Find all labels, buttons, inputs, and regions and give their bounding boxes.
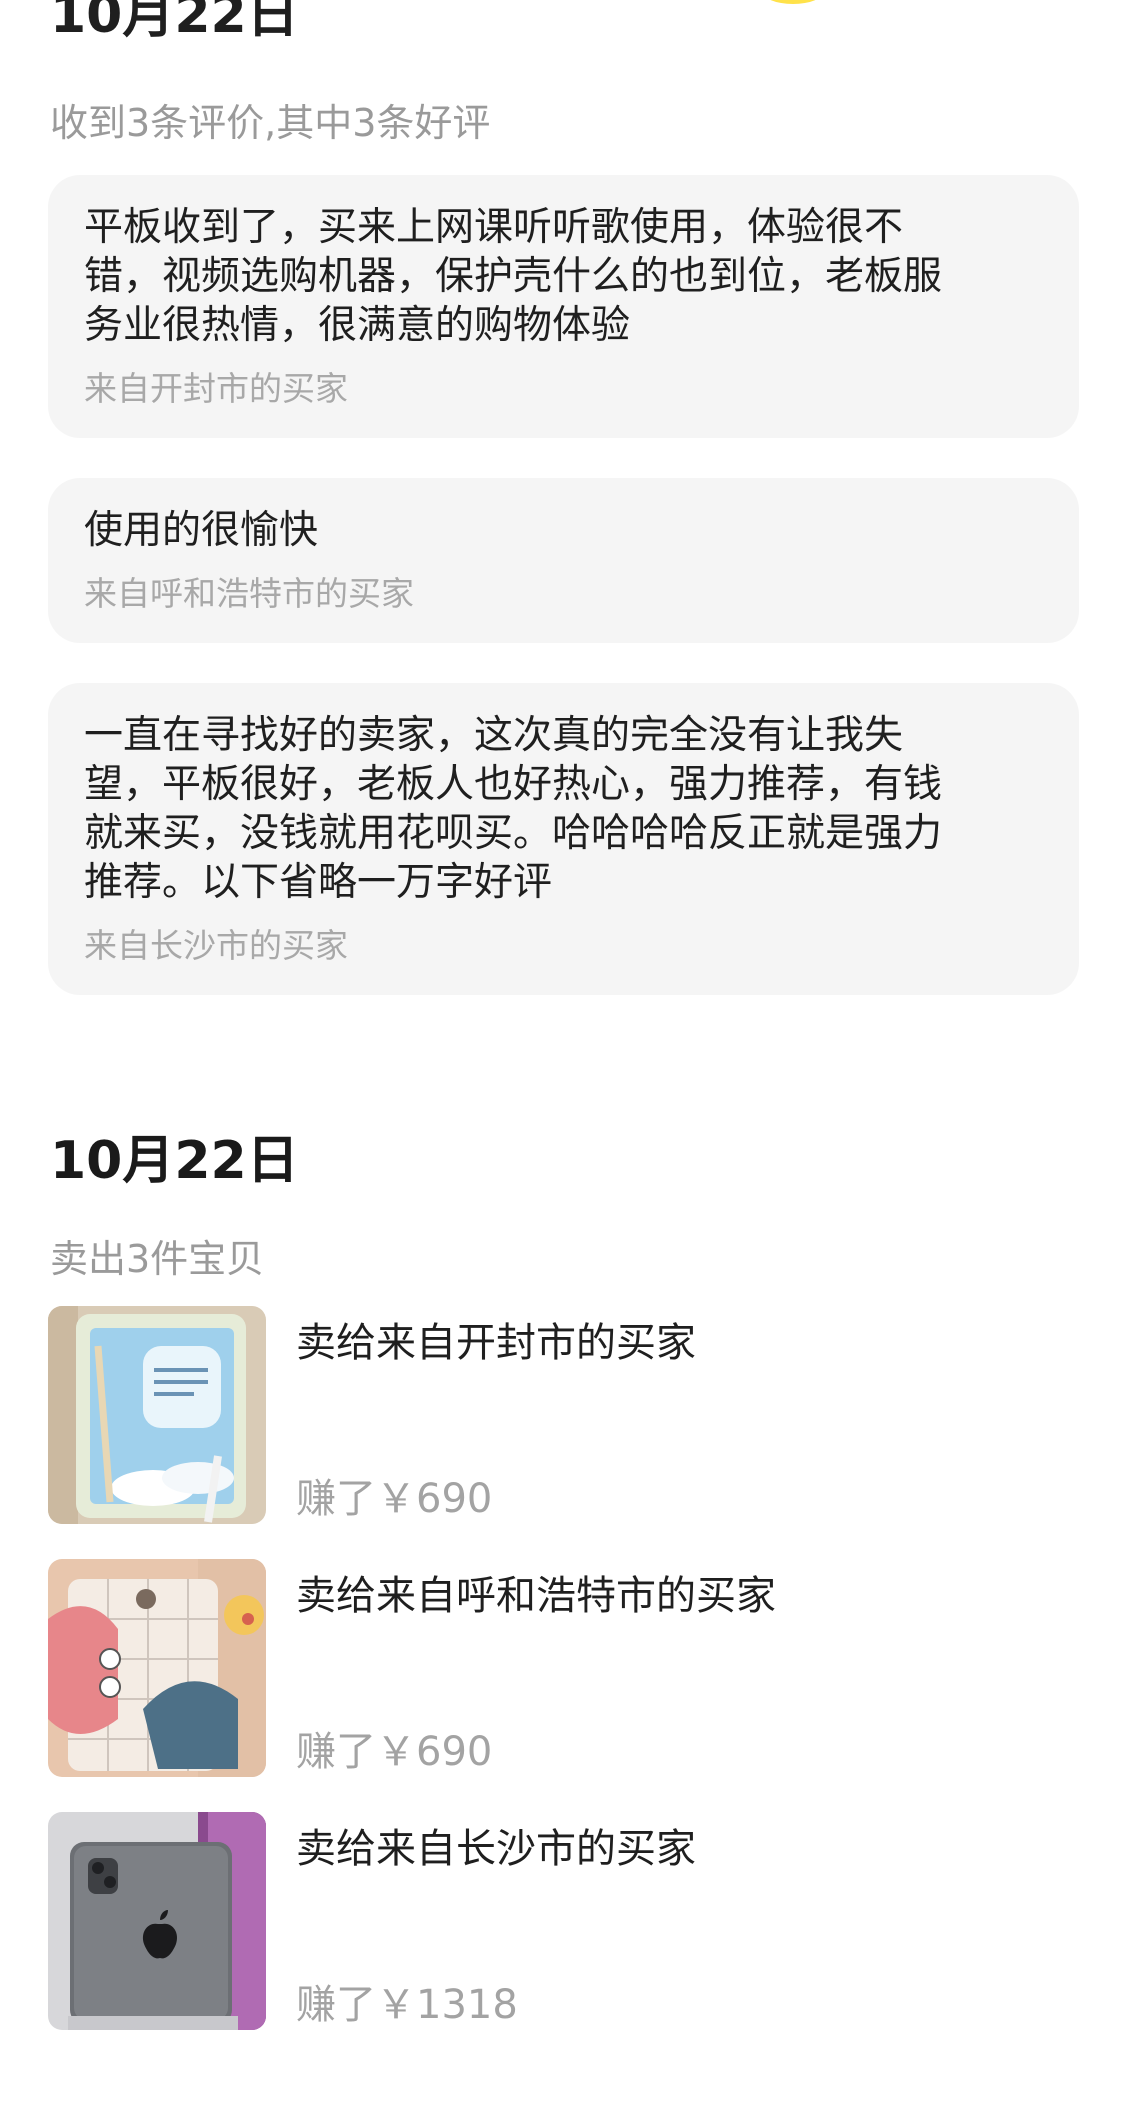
reviews-summary: 收到3条评价,其中3条好评 xyxy=(50,101,491,145)
review-buyer-location: 来自长沙市的买家 xyxy=(84,926,348,965)
tablet-photo-icon[interactable] xyxy=(48,1306,266,1524)
review-card[interactable]: 平板收到了，买来上网课听听歌使用，体验很不 错，视频选购机器，保护壳什么的也到位… xyxy=(48,175,1079,438)
sale-item[interactable]: 卖给来自呼和浩特市的买家 赚了￥690 xyxy=(48,1559,1079,1777)
review-buyer-location: 来自开封市的买家 xyxy=(84,369,348,408)
sale-earnings: 赚了￥690 xyxy=(296,1729,493,1775)
review-card[interactable]: 一直在寻找好的卖家，这次真的完全没有让我失 望，平板很好，老板人也好热心，强力推… xyxy=(48,683,1079,995)
review-text: 一直在寻找好的卖家，这次真的完全没有让我失 望，平板很好，老板人也好热心，强力推… xyxy=(84,713,943,905)
sale-earnings: 赚了￥690 xyxy=(296,1476,493,1522)
sales-review-page: 10月22日 收到3条评价,其中3条好评 平板收到了，买来上网课听听歌使用，体验… xyxy=(0,0,1133,2103)
yellow-accent-dot xyxy=(762,0,824,4)
sale-buyer-title: 卖给来自长沙市的买家 xyxy=(296,1826,696,1872)
sales-summary: 卖出3件宝贝 xyxy=(50,1237,265,1281)
sales-date-heading: 10月22日 xyxy=(50,1131,299,1191)
review-card[interactable]: 使用的很愉快 来自呼和浩特市的买家 xyxy=(48,478,1079,643)
sale-item[interactable]: 卖给来自开封市的买家 赚了￥690 xyxy=(48,1306,1079,1524)
ipad-pro-photo-icon[interactable] xyxy=(48,1812,266,2030)
sale-earnings: 赚了￥1318 xyxy=(296,1982,518,2028)
review-buyer-location: 来自呼和浩特市的买家 xyxy=(84,574,414,613)
previous-date-heading: 10月22日 xyxy=(50,0,299,45)
review-text: 平板收到了，买来上网课听听歌使用，体验很不 错，视频选购机器，保护壳什么的也到位… xyxy=(84,205,943,348)
tablet-photo-icon[interactable] xyxy=(48,1559,266,1777)
review-text: 使用的很愉快 xyxy=(84,508,319,553)
sale-item[interactable]: 卖给来自长沙市的买家 赚了￥1318 xyxy=(48,1812,1079,2030)
sale-buyer-title: 卖给来自呼和浩特市的买家 xyxy=(296,1573,776,1619)
sale-buyer-title: 卖给来自开封市的买家 xyxy=(296,1320,696,1366)
